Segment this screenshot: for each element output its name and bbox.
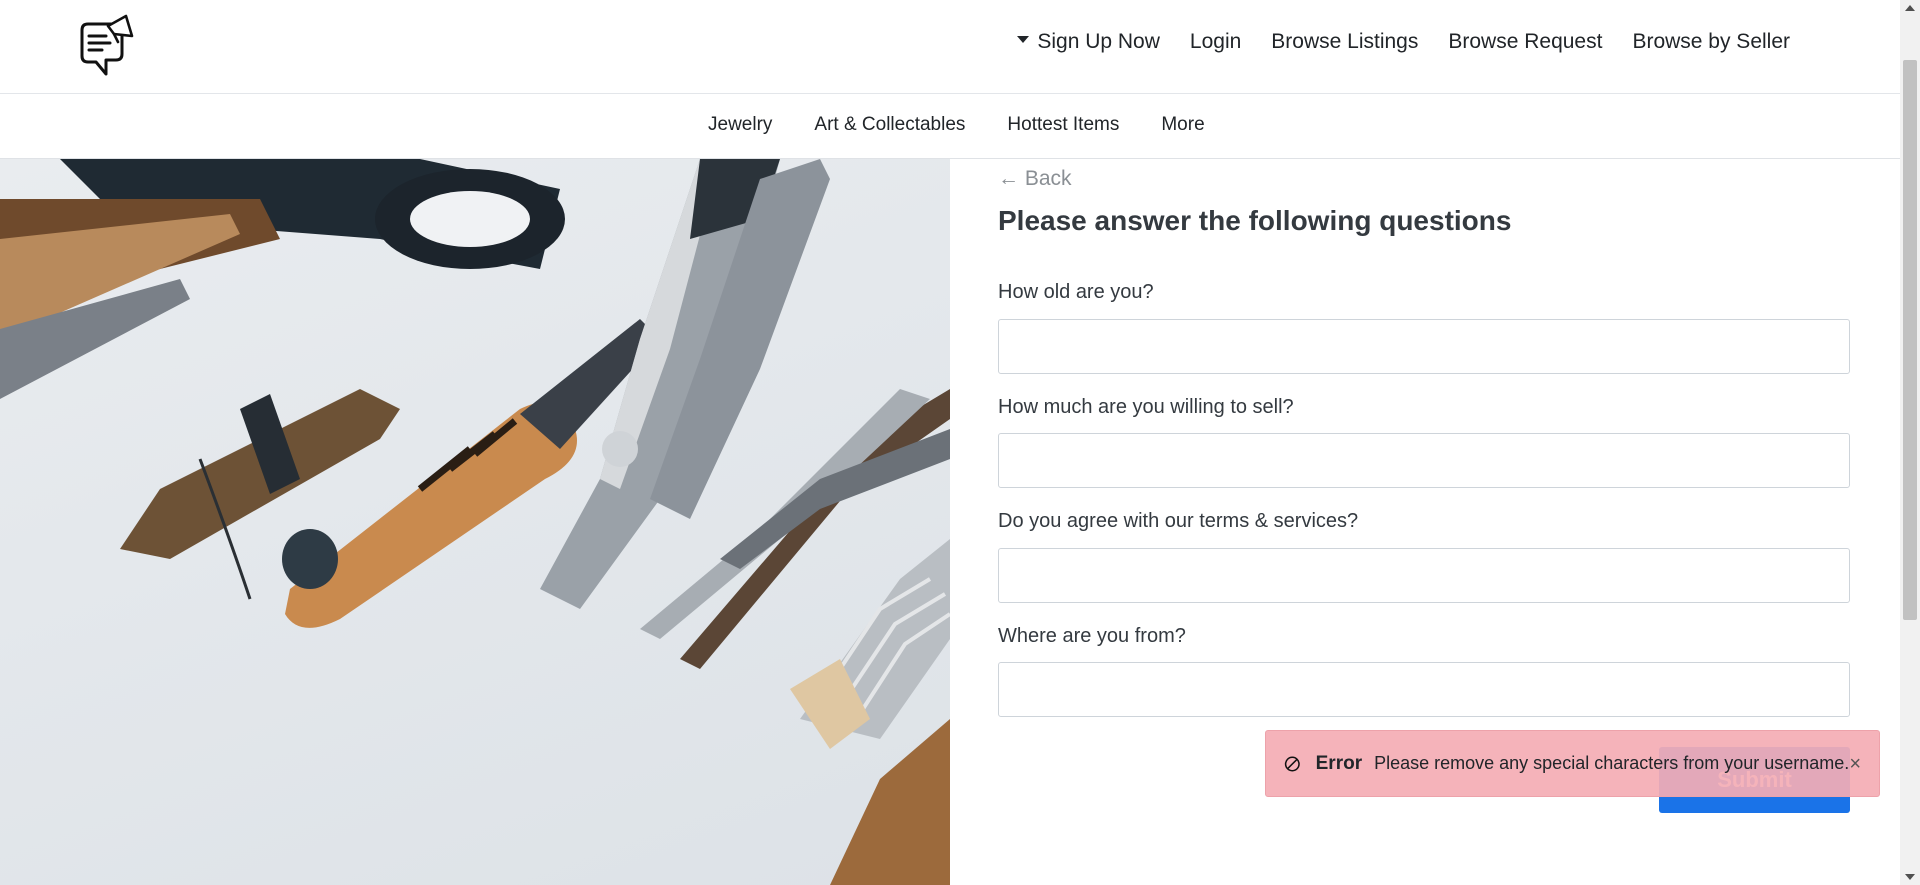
- caret-down-icon: [1017, 35, 1030, 43]
- nav-browse-listings[interactable]: Browse Listings: [1271, 30, 1418, 54]
- toast-title: Error: [1315, 752, 1363, 774]
- category-hottest-items[interactable]: Hottest Items: [1007, 114, 1119, 136]
- nav-sign-up-label: Sign Up Now: [1037, 30, 1160, 53]
- question-age-input[interactable]: [998, 319, 1850, 374]
- category-art-collectables[interactable]: Art & Collectables: [814, 114, 965, 136]
- toast-message: Please remove any special characters fro…: [1374, 753, 1850, 773]
- question-sell-input[interactable]: [998, 433, 1850, 488]
- page-scrollbar[interactable]: [1900, 0, 1920, 885]
- question-age-label: How old are you?: [998, 281, 1154, 303]
- logo-icon[interactable]: [76, 12, 138, 80]
- question-sell-label: How much are you willing to sell?: [998, 396, 1294, 418]
- category-bar: Jewelry Art & Collectables Hottest Items…: [0, 94, 1900, 159]
- question-terms-input[interactable]: [998, 548, 1850, 603]
- question-terms-label: Do you agree with our terms & services?: [998, 510, 1359, 532]
- form-title: Please answer the following questions: [998, 205, 1512, 236]
- question-origin-label: Where are you from?: [998, 625, 1186, 647]
- close-icon[interactable]: ×: [1849, 754, 1861, 774]
- scroll-down-arrow-icon[interactable]: [1905, 874, 1915, 880]
- hero-image: [0, 159, 950, 885]
- question-origin-input[interactable]: [998, 662, 1850, 717]
- nav-browse-request[interactable]: Browse Request: [1448, 30, 1602, 54]
- error-toast: Error Please remove any special characte…: [1265, 730, 1880, 797]
- scrollbar-thumb[interactable]: [1903, 60, 1917, 620]
- main-nav: Sign Up Now Login Browse Listings Browse…: [1017, 30, 1790, 54]
- category-more[interactable]: More: [1161, 114, 1204, 136]
- back-link[interactable]: ← Back: [998, 167, 1072, 191]
- nav-browse-by-seller[interactable]: Browse by Seller: [1632, 30, 1790, 54]
- top-navbar: Sign Up Now Login Browse Listings Browse…: [0, 0, 1900, 94]
- scroll-up-arrow-icon[interactable]: [1905, 5, 1915, 11]
- ban-icon: [1284, 756, 1300, 771]
- category-nav: Jewelry Art & Collectables Hottest Items…: [708, 114, 1205, 136]
- nav-sign-up[interactable]: Sign Up Now: [1017, 30, 1160, 54]
- category-jewelry[interactable]: Jewelry: [708, 114, 772, 136]
- nav-login[interactable]: Login: [1190, 30, 1241, 54]
- craft-tools-photo: [0, 159, 950, 885]
